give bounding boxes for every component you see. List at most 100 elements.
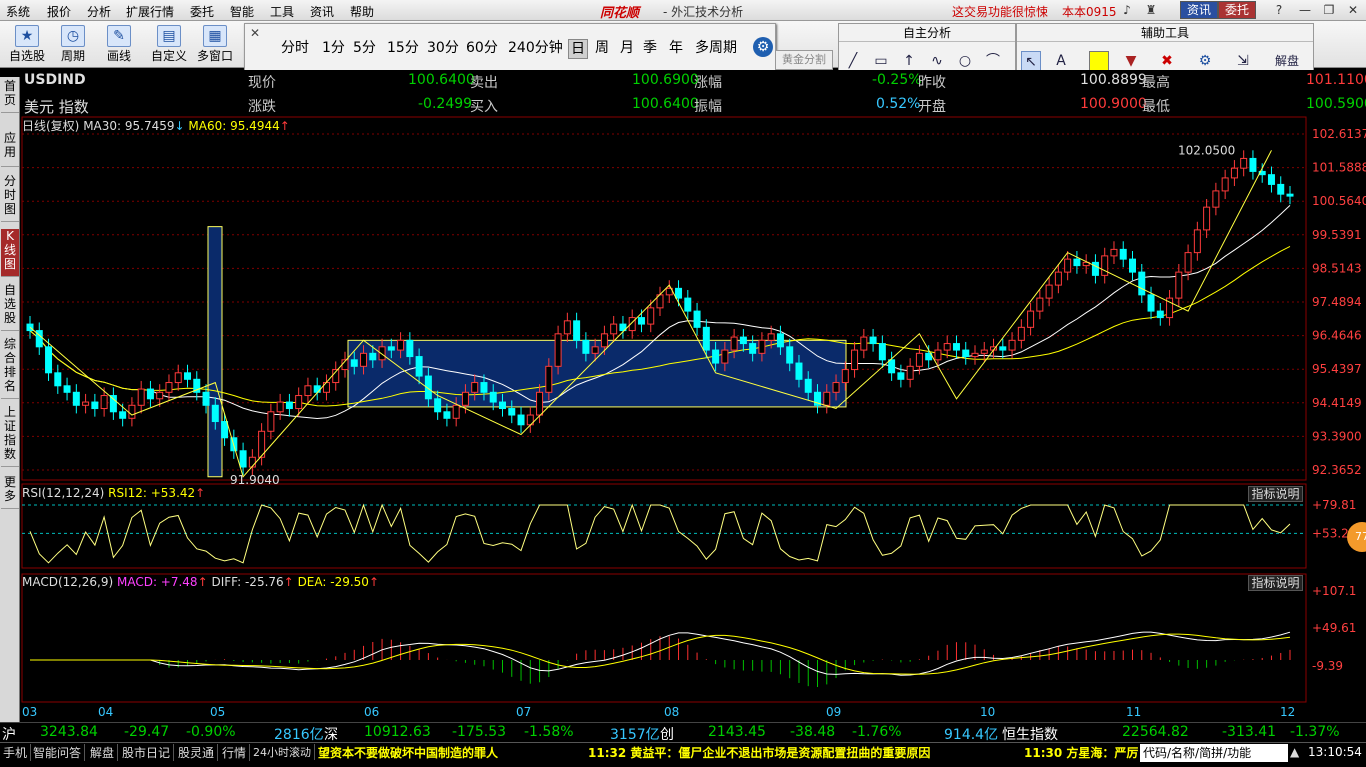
tab-24h[interactable]: 24小时滚动 — [250, 744, 315, 760]
code-search-input[interactable]: 代码/名称/简拼/功能 — [1140, 744, 1288, 762]
period-tick[interactable]: 分时 — [279, 39, 311, 57]
candle-body — [647, 307, 655, 325]
menu-item-tools[interactable]: 工具 — [270, 3, 294, 20]
period-30m[interactable]: 30分 — [425, 39, 461, 57]
menu-item-system[interactable]: 系统 — [6, 3, 30, 20]
close-icon[interactable]: ✕ — [247, 26, 263, 42]
period-button[interactable]: ◷ 周期 — [50, 23, 96, 67]
candle-body — [786, 346, 794, 364]
news-item[interactable]: 11:30 方星海：严厉 — [1024, 744, 1138, 761]
candle-body — [415, 356, 423, 377]
bell-icon[interactable]: ♪ — [1118, 2, 1136, 18]
period-60m[interactable]: 60分 — [464, 39, 500, 57]
custom-button[interactable]: ▤ 自定义 — [146, 23, 192, 67]
menu-item-analysis[interactable]: 分析 — [87, 3, 111, 20]
gear-icon[interactable]: ⚙ — [753, 37, 773, 57]
candle-body — [248, 456, 256, 468]
golden-section-button[interactable]: 黄金分割 — [775, 50, 833, 70]
order-button[interactable]: 委托 — [1218, 1, 1257, 19]
text-tool-icon[interactable]: A — [1051, 51, 1071, 71]
tab-qa[interactable]: 智能问答 — [30, 744, 86, 761]
wave-tool-icon[interactable]: ∿ — [927, 51, 947, 71]
x-axis-label: 08 — [664, 705, 679, 719]
menu-item-quote[interactable]: 报价 — [47, 3, 71, 20]
x-axis-label: 11 — [1126, 705, 1141, 719]
price-axis-label: 97.4894 — [1312, 295, 1362, 309]
maximize-icon[interactable]: ❐ — [1320, 2, 1338, 18]
menu-item-extended[interactable]: 扩展行情 — [126, 3, 174, 20]
draw-line-button[interactable]: ✎ 画线 — [96, 23, 142, 67]
multi-window-button[interactable]: ▦ 多窗口 — [192, 23, 238, 67]
cursor-icon[interactable]: ↖ — [1021, 51, 1041, 71]
minimize-icon[interactable]: — — [1296, 2, 1314, 18]
candle-body — [480, 382, 488, 393]
rect-tool-icon[interactable]: ▭ — [871, 51, 891, 71]
candle-body — [999, 346, 1007, 351]
rsi-help-button[interactable]: 指标说明 — [1248, 486, 1303, 502]
ma60-legend: MA60: 95.4944 — [188, 119, 280, 133]
candle-body — [1277, 183, 1285, 195]
candle-body — [1110, 248, 1118, 257]
candle-body — [795, 362, 803, 380]
period-year[interactable]: 年 — [667, 39, 685, 57]
tab-resolve[interactable]: 解盘 — [87, 744, 119, 761]
tab-mobile[interactable]: 手机 — [0, 744, 32, 761]
period-1m[interactable]: 1分 — [320, 39, 347, 57]
bid-value: 100.6400 — [632, 96, 699, 112]
color-picker[interactable] — [1089, 51, 1109, 71]
line-tool-icon[interactable]: ╱ — [843, 51, 863, 71]
tab-lingtong[interactable]: 股灵通 — [175, 744, 219, 761]
aux-title: 辅助工具 — [1017, 25, 1313, 42]
chg-value: -0.2499 — [418, 96, 473, 112]
candle-body — [489, 391, 497, 403]
circle-tool-icon[interactable]: ○ — [955, 51, 975, 71]
watchlist-button[interactable]: ★ 自选股 — [4, 23, 50, 67]
news-item[interactable]: 望资本不要做破坏中国制造的罪人 — [318, 744, 498, 761]
candle-body — [952, 343, 960, 351]
up-arrow-icon: ↑ — [279, 119, 290, 133]
main-legend-prefix: 日线(复权) — [22, 119, 80, 133]
amp-label: 振幅 — [694, 99, 722, 115]
dropdown-icon[interactable]: ▲ — [1290, 745, 1299, 759]
candle-body — [1230, 167, 1238, 179]
menu-item-help[interactable]: 帮助 — [350, 3, 374, 20]
close-icon[interactable]: ✕ — [1344, 2, 1362, 18]
delete-icon[interactable]: ✖ — [1157, 51, 1177, 71]
period-15m[interactable]: 15分 — [385, 39, 421, 57]
notice-link[interactable]: 这交易功能很惊悚 — [952, 3, 1048, 20]
period-quarter[interactable]: 季 — [641, 39, 659, 57]
menu-item-smart[interactable]: 智能 — [230, 3, 254, 20]
polyline-tool-icon[interactable]: ⌒ — [983, 51, 1003, 71]
price-axis-label: 98.5143 — [1312, 261, 1362, 275]
menu-item-order[interactable]: 委托 — [190, 3, 214, 20]
news-button[interactable]: 资讯 — [1180, 1, 1219, 19]
period-multi[interactable]: 多周期 — [693, 39, 739, 57]
news-ticker[interactable]: 望资本不要做破坏中国制造的罪人 11:32 黄益平：僵尸企业不退出市场是资源配置… — [318, 744, 1138, 762]
period-day[interactable]: 日 — [568, 39, 588, 59]
tab-diary[interactable]: 股市日记 — [119, 744, 175, 761]
export-icon[interactable]: ⇲ — [1233, 51, 1253, 71]
sh-chg: -29.47 — [124, 724, 170, 740]
macd-help-button[interactable]: 指标说明 — [1248, 575, 1303, 591]
menu-item-news[interactable]: 资讯 — [310, 3, 334, 20]
period-week[interactable]: 周 — [593, 39, 611, 57]
arrow-tool-icon[interactable]: ↑ — [899, 51, 919, 71]
bookmark-icon[interactable]: ▼ — [1121, 51, 1141, 71]
candle-body — [508, 408, 516, 416]
rsi12-value: RSI12: +53.42 — [108, 486, 196, 500]
candle-body — [1175, 271, 1183, 299]
prev-label: 昨收 — [918, 75, 946, 91]
help-icon[interactable]: ? — [1270, 2, 1288, 18]
period-month[interactable]: 月 — [618, 39, 636, 57]
price-axis-label: 92.3652 — [1312, 463, 1362, 477]
period-240m[interactable]: 240分钟 — [506, 39, 565, 57]
now-label: 现价 — [248, 75, 276, 91]
chart-area[interactable]: 102.6137 101.5888 100.5640 99.5391 98.5143 97… — [0, 115, 1366, 722]
sidebar-item-home[interactable]: 首页 — [1, 79, 19, 113]
period-5m[interactable]: 5分 — [351, 39, 378, 57]
news-item[interactable]: 11:32 黄益平：僵尸企业不退出市场是资源配置扭曲的重要原因 — [588, 744, 930, 761]
resolve-button[interactable]: 解盘 — [1265, 51, 1309, 71]
settings-icon[interactable]: ⚙ — [1195, 51, 1215, 71]
tab-market[interactable]: 行情 — [219, 744, 251, 761]
shirt-icon[interactable]: ♜ — [1142, 2, 1160, 18]
